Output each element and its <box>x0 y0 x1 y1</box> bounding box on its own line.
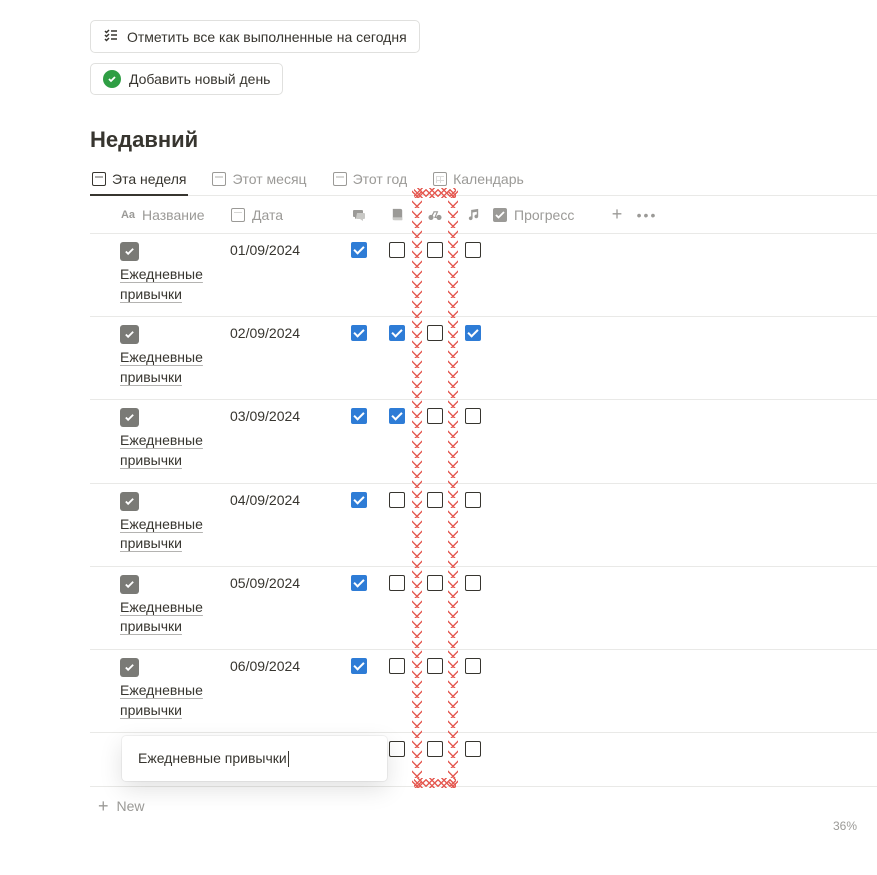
table-row: Ежедневные привычки01/09/2024 <box>90 234 877 317</box>
ellipsis-icon: ••• <box>637 207 658 223</box>
button-label: Добавить новый день <box>129 71 270 87</box>
table-row: Ежедневные привычки05/09/2024 <box>90 567 877 650</box>
habits-table: Aa Название Дата <box>90 196 877 815</box>
habit-checkbox[interactable] <box>351 408 367 424</box>
action-bar: Отметить все как выполненные на сегодня … <box>90 20 877 105</box>
habit-checkbox[interactable] <box>465 492 481 508</box>
progress-percent: 36% <box>833 819 857 833</box>
more-options-button[interactable]: ••• <box>632 207 662 223</box>
new-entry-popover[interactable]: Ежедневные привычки <box>122 736 387 781</box>
popover-input-text: Ежедневные привычки <box>138 750 287 766</box>
row-date: 06/09/2024 <box>230 658 300 674</box>
habit-checkbox[interactable] <box>389 408 405 424</box>
habit-checkbox[interactable] <box>351 492 367 508</box>
col-header-chat[interactable] <box>340 207 378 223</box>
habit-checkbox[interactable] <box>389 741 405 757</box>
calendar-icon <box>333 172 347 186</box>
text-icon: Aa <box>120 207 136 223</box>
habit-checkbox[interactable] <box>389 325 405 341</box>
table-row: Ежедневные привычки02/09/2024 <box>90 317 877 400</box>
habit-checkbox[interactable] <box>389 575 405 591</box>
button-label: Отметить все как выполненные на сегодня <box>127 29 407 45</box>
row-date: 05/09/2024 <box>230 575 300 591</box>
col-header-progress[interactable]: Прогресс <box>492 207 602 223</box>
calendar-icon <box>230 207 246 223</box>
habit-checkbox[interactable] <box>351 325 367 341</box>
section-heading: Недавний <box>90 127 877 153</box>
new-row-button[interactable]: + New <box>90 787 877 815</box>
check-circle-icon <box>103 70 121 88</box>
col-header-name[interactable]: Aa Название <box>90 207 230 223</box>
check-square-icon <box>120 325 139 344</box>
check-square-icon <box>120 575 139 594</box>
add-new-day-button[interactable]: Добавить новый день <box>90 63 283 95</box>
add-column-button[interactable]: + <box>602 204 632 225</box>
tab-2[interactable]: Этот год <box>331 165 410 195</box>
col-header-book[interactable] <box>378 207 416 223</box>
checkbox-icon <box>492 207 508 223</box>
habit-checkbox[interactable] <box>351 658 367 674</box>
view-tabs: Эта неделяЭтот месяцЭтот годКалендарь <box>90 165 877 196</box>
text-cursor <box>288 751 289 767</box>
row-date: 02/09/2024 <box>230 325 300 341</box>
check-square-icon <box>120 492 139 511</box>
checklist-icon <box>103 27 119 46</box>
col-header-music[interactable] <box>454 207 492 223</box>
mark-all-done-button[interactable]: Отметить все как выполненные на сегодня <box>90 20 420 53</box>
plus-icon: + <box>98 797 109 815</box>
check-square-icon <box>120 242 139 261</box>
new-row-label: New <box>117 798 145 814</box>
tab-0[interactable]: Эта неделя <box>90 165 188 195</box>
row-title[interactable]: Ежедневные привычки <box>120 598 230 637</box>
calendar-icon <box>92 172 106 186</box>
table-row: Ежедневные привычки06/09/2024 <box>90 650 877 733</box>
page-content: Отметить все как выполненные на сегодня … <box>90 20 877 815</box>
habit-checkbox[interactable] <box>465 575 481 591</box>
check-square-icon <box>120 658 139 677</box>
habit-checkbox[interactable] <box>465 658 481 674</box>
calendar-icon <box>212 172 226 186</box>
row-title[interactable]: Ежедневные привычки <box>120 265 230 304</box>
row-title[interactable]: Ежедневные привычки <box>120 515 230 554</box>
col-header-date[interactable]: Дата <box>230 207 340 223</box>
table-row: Ежедневные привычки03/09/2024 <box>90 400 877 483</box>
habit-checkbox[interactable] <box>389 492 405 508</box>
tab-1[interactable]: Этот месяц <box>210 165 308 195</box>
habit-checkbox[interactable] <box>465 242 481 258</box>
calendar-icon <box>433 172 447 186</box>
row-date: 03/09/2024 <box>230 408 300 424</box>
table-header: Aa Название Дата <box>90 196 877 234</box>
highlight-overlay <box>414 188 456 788</box>
habit-checkbox[interactable] <box>389 658 405 674</box>
row-title[interactable]: Ежедневные привычки <box>120 348 230 387</box>
check-square-icon <box>120 408 139 427</box>
habit-checkbox[interactable] <box>351 242 367 258</box>
chat-icon <box>351 207 367 223</box>
row-date: 01/09/2024 <box>230 242 300 258</box>
row-title[interactable]: Ежедневные привычки <box>120 431 230 470</box>
row-title[interactable]: Ежедневные привычки <box>120 681 230 720</box>
habit-checkbox[interactable] <box>351 575 367 591</box>
habit-checkbox[interactable] <box>465 325 481 341</box>
table-row: Ежедневные привычки04/09/2024 <box>90 484 877 567</box>
music-icon <box>465 207 481 223</box>
habit-checkbox[interactable] <box>465 408 481 424</box>
habit-checkbox[interactable] <box>465 741 481 757</box>
book-icon <box>389 207 405 223</box>
habit-checkbox[interactable] <box>389 242 405 258</box>
row-date: 04/09/2024 <box>230 492 300 508</box>
plus-icon: + <box>612 204 623 225</box>
